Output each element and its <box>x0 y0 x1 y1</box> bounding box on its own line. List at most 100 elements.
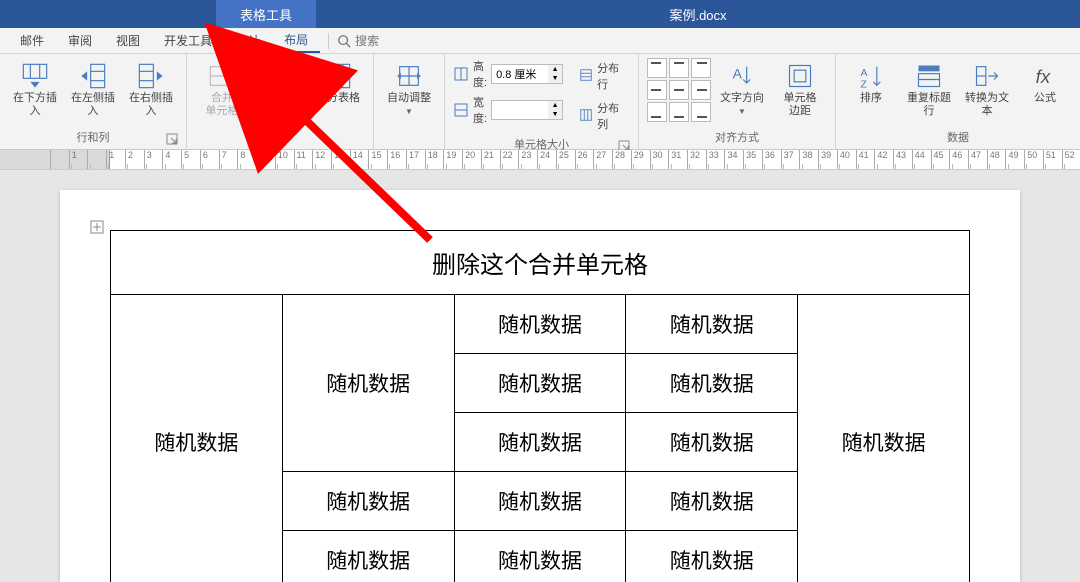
table-cell[interactable]: 随机数据 <box>798 295 970 582</box>
repeat-header-button[interactable]: 重复标题行 <box>902 58 956 122</box>
ruler-tick: 51 <box>1043 150 1062 169</box>
ruler-tick: 50 <box>1024 150 1043 169</box>
align-top-left[interactable] <box>647 58 667 78</box>
group-data-label: 数据 <box>844 127 1072 147</box>
distribute-cols-label: 分布列 <box>597 100 626 132</box>
text-direction-button[interactable]: A 文字方向 ▼ <box>715 58 769 120</box>
chevron-down-icon: ▼ <box>738 107 746 116</box>
table-cell[interactable]: 随机数据 <box>454 531 626 582</box>
split-table-icon <box>324 62 352 90</box>
table-anchor-icon[interactable] <box>90 220 104 234</box>
align-bottom-center[interactable] <box>669 102 689 122</box>
tab-design[interactable]: 设计 <box>224 28 272 53</box>
table-cell[interactable]: 随机数据 <box>282 531 454 582</box>
width-input[interactable] <box>492 101 548 119</box>
split-cells-button[interactable]: 拆分 单元格 <box>253 58 307 122</box>
table-cell[interactable]: 随机数据 <box>282 295 454 472</box>
tab-devtools[interactable]: 开发工具 <box>152 28 224 53</box>
search-box[interactable]: 搜索 <box>337 32 379 49</box>
table-cell[interactable]: 随机数据 <box>282 472 454 531</box>
align-middle-center[interactable] <box>669 80 689 100</box>
cell-margins-button[interactable]: 单元格 边距 <box>773 58 827 122</box>
insert-below-icon <box>21 62 49 90</box>
table-cell[interactable]: 随机数据 <box>454 354 626 413</box>
contextual-tab-label: 表格工具 <box>216 0 316 28</box>
tab-layout[interactable]: 布局 <box>272 28 320 53</box>
ruler-tick: 38 <box>799 150 818 169</box>
group-rows-cols: 在下方插入 在左侧插入 在右侧插入 行和列 <box>0 54 187 149</box>
group-alignment-label: 对齐方式 <box>647 127 827 147</box>
width-down[interactable]: ▼ <box>548 110 562 119</box>
tab-view[interactable]: 视图 <box>104 28 152 53</box>
ruler-tick: 7 <box>219 150 238 169</box>
ruler-tick: 10 <box>275 150 294 169</box>
width-spinner[interactable]: ▲▼ <box>491 100 563 120</box>
ruler-tick: 28 <box>612 150 631 169</box>
table-cell[interactable]: 随机数据 <box>626 413 798 472</box>
align-middle-left[interactable] <box>647 80 667 100</box>
document-table[interactable]: 删除这个合并单元格 随机数据 随机数据 随机数据 随机数据 随机数据 随机数据 … <box>110 230 970 582</box>
table-cell[interactable]: 随机数据 <box>454 413 626 472</box>
table-cell[interactable]: 随机数据 <box>626 472 798 531</box>
ruler-tick: 2 <box>125 150 144 169</box>
ruler-tick: 12 <box>312 150 331 169</box>
cell-margins-label: 单元格 边距 <box>784 92 817 118</box>
ruler-tick: 8 <box>237 150 256 169</box>
align-bottom-left[interactable] <box>647 102 667 122</box>
svg-text:fx: fx <box>1036 66 1051 87</box>
height-label: 高度: <box>473 58 487 90</box>
align-top-center[interactable] <box>669 58 689 78</box>
title-bar: 表格工具 案例.docx <box>0 0 1080 28</box>
height-input[interactable] <box>492 65 548 83</box>
insert-below-label: 在下方插入 <box>10 92 60 118</box>
tab-review[interactable]: 审阅 <box>56 28 104 53</box>
group-autofit-label <box>382 131 436 147</box>
insert-right-button[interactable]: 在右侧插入 <box>124 58 178 122</box>
table-cell[interactable]: 随机数据 <box>454 295 626 354</box>
ruler-tick: 24 <box>537 150 556 169</box>
ruler-tick: 27 <box>593 150 612 169</box>
distribute-rows-button[interactable]: 分布行 <box>575 58 630 94</box>
table-cell[interactable]: 随机数据 <box>454 472 626 531</box>
sort-icon: AZ <box>857 62 885 90</box>
tab-bar: 邮件 审阅 视图 开发工具 设计 布局 搜索 <box>0 28 1080 54</box>
svg-text:A: A <box>861 67 868 79</box>
align-bottom-right[interactable] <box>691 102 711 122</box>
tab-separator <box>328 33 329 49</box>
document-area[interactable]: 删除这个合并单元格 随机数据 随机数据 随机数据 随机数据 随机数据 随机数据 … <box>0 170 1080 582</box>
table-header-cell[interactable]: 删除这个合并单元格 <box>111 231 970 295</box>
chevron-down-icon: ▼ <box>405 107 413 116</box>
sort-button[interactable]: AZ 排序 <box>844 58 898 109</box>
ruler-tick <box>50 150 69 169</box>
split-cells-icon <box>266 62 294 90</box>
convert-text-button[interactable]: 转换为文本 <box>960 58 1014 122</box>
text-direction-icon: A <box>728 62 756 90</box>
distribute-cols-button[interactable]: 分布列 <box>575 98 630 134</box>
align-top-right[interactable] <box>691 58 711 78</box>
ruler-tick: 40 <box>837 150 856 169</box>
ruler-tick: 11 <box>294 150 313 169</box>
split-table-button[interactable]: 拆分表格 <box>311 58 365 109</box>
autofit-button[interactable]: 自动调整 ▼ <box>382 58 436 120</box>
ruler-tick: 37 <box>781 150 800 169</box>
ruler-tick: 34 <box>724 150 743 169</box>
table-cell[interactable]: 随机数据 <box>626 354 798 413</box>
insert-below-button[interactable]: 在下方插入 <box>8 58 62 122</box>
height-up[interactable]: ▲ <box>548 65 562 74</box>
table-cell[interactable]: 随机数据 <box>626 295 798 354</box>
ruler-tick: 15 <box>368 150 387 169</box>
horizontal-ruler[interactable]: 1123456789101112131415161718192021222324… <box>0 150 1080 170</box>
ruler-tick: 5 <box>181 150 200 169</box>
dialog-launcher-icon[interactable] <box>166 133 178 145</box>
height-spinner[interactable]: ▲▼ <box>491 64 563 84</box>
align-middle-right[interactable] <box>691 80 711 100</box>
table-cell[interactable]: 随机数据 <box>626 531 798 582</box>
height-down[interactable]: ▼ <box>548 74 562 83</box>
table-cell[interactable]: 随机数据 <box>111 295 283 582</box>
insert-left-button[interactable]: 在左侧插入 <box>66 58 120 122</box>
width-label: 宽度: <box>473 94 487 126</box>
width-up[interactable]: ▲ <box>548 101 562 110</box>
formula-button[interactable]: fx 公式 <box>1018 58 1072 109</box>
tab-mail[interactable]: 邮件 <box>8 28 56 53</box>
svg-text:A: A <box>733 65 743 81</box>
